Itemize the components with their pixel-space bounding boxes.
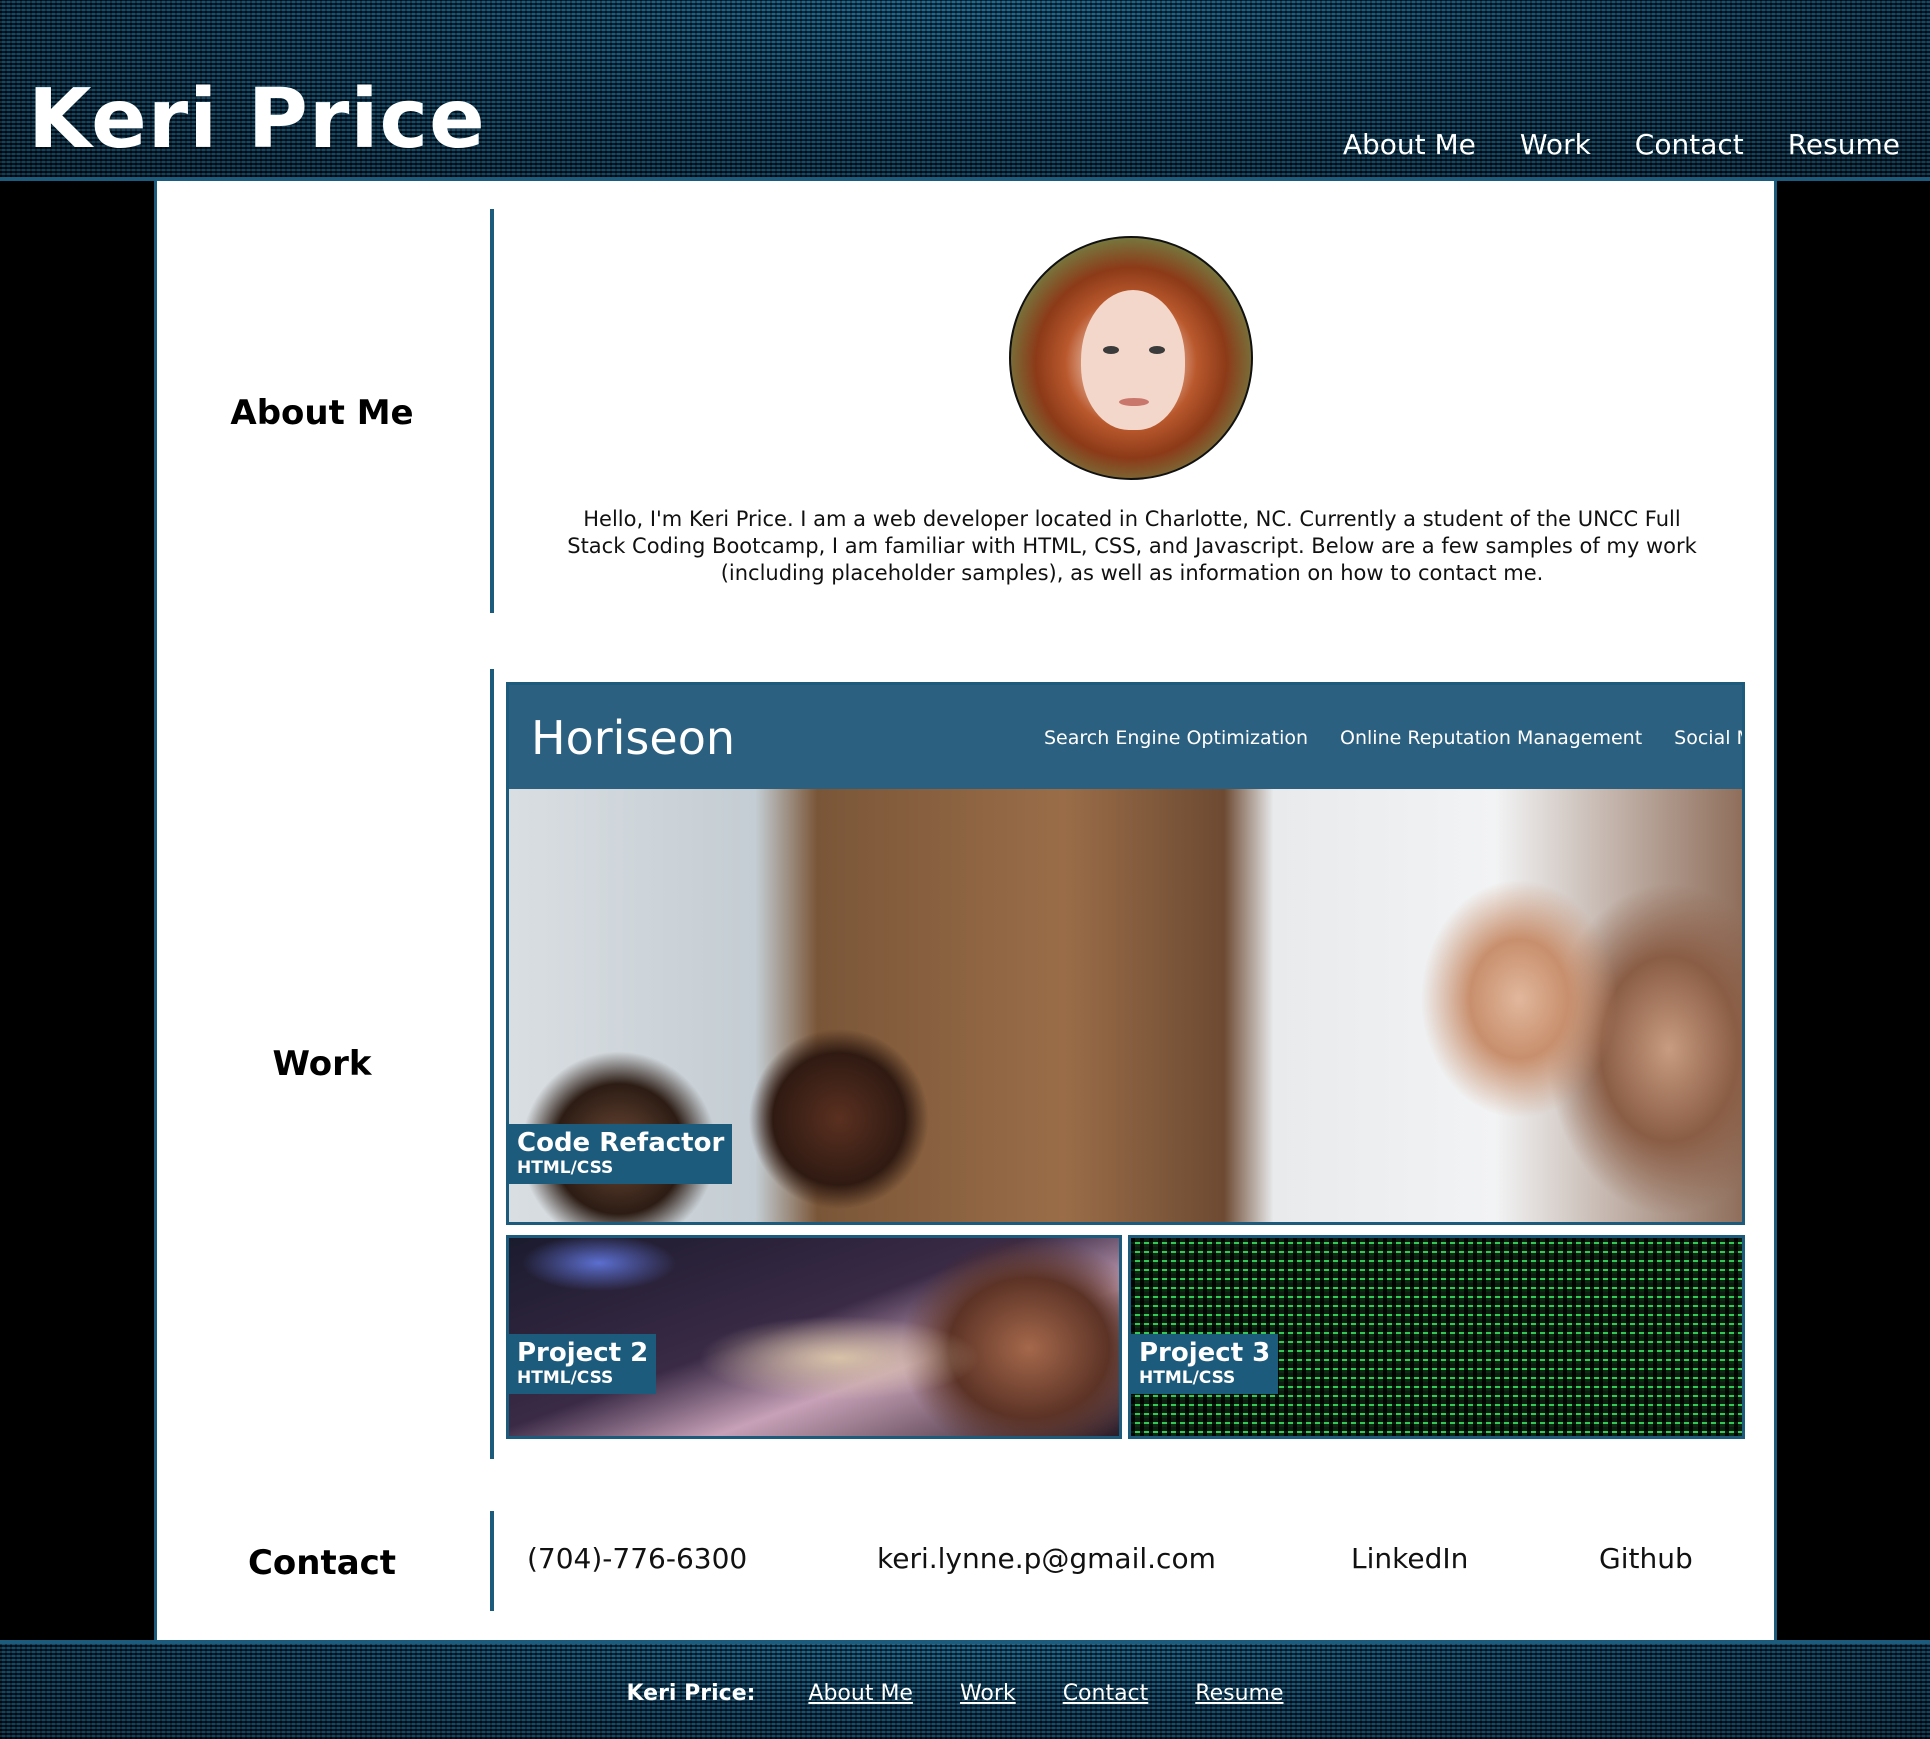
project-card-code-refactor[interactable]: Horiseon Search Engine Optimization Onli… xyxy=(506,682,1745,1225)
project-tag: Project 3 HTML/CSS xyxy=(1131,1334,1279,1394)
footer-work-link[interactable]: Work xyxy=(960,1681,1016,1706)
contact-github-link[interactable]: Github xyxy=(1599,1541,1693,1577)
project-screenshot-header: Horiseon Search Engine Optimization Onli… xyxy=(509,685,1742,789)
footer-contact-link[interactable]: Contact xyxy=(1063,1681,1149,1706)
work-heading: Work xyxy=(272,1044,372,1084)
nav-resume-link[interactable]: Resume xyxy=(1788,126,1900,164)
project-screenshot-nav-item: Online Reputation Management xyxy=(1340,727,1643,749)
project-subtitle: HTML/CSS xyxy=(517,1368,614,1388)
project-title: Code Refactor xyxy=(517,1128,725,1158)
site-title: Keri Price xyxy=(28,72,486,167)
project-screenshot-nav-item: Search Engine Optimization xyxy=(1044,727,1309,749)
project-card-2[interactable]: Project 2 HTML/CSS xyxy=(506,1235,1122,1439)
work-section: Work Horiseon Search Engine Optimization… xyxy=(157,181,1774,1481)
contact-phone-link[interactable]: (704)-776-6300 xyxy=(527,1541,747,1577)
project-subtitle: HTML/CSS xyxy=(1139,1368,1236,1388)
contact-linkedin-link[interactable]: LinkedIn xyxy=(1351,1541,1468,1577)
contact-heading: Contact xyxy=(247,1543,397,1583)
project-tag: Project 2 HTML/CSS xyxy=(509,1334,657,1394)
project-title: Project 3 xyxy=(1139,1338,1271,1368)
work-divider xyxy=(490,669,494,1459)
footer-nav: Keri Price: About Me Work Contact Resume xyxy=(0,1680,1930,1708)
contact-links: (704)-776-6300 keri.lynne.p@gmail.com Li… xyxy=(527,1511,1777,1611)
project-screenshot-nav-item: Social Media M xyxy=(1674,727,1742,749)
main-panel: About Me Hello, I'm Keri Price. I am a w… xyxy=(154,181,1777,1640)
site-footer: Keri Price: About Me Work Contact Resume xyxy=(0,1640,1930,1739)
contact-section: Contact (704)-776-6300 keri.lynne.p@gmai… xyxy=(157,1511,1774,1621)
contact-email-link[interactable]: keri.lynne.p@gmail.com xyxy=(877,1541,1216,1577)
project-tag: Code Refactor HTML/CSS xyxy=(509,1124,733,1184)
footer-about-me-link[interactable]: About Me xyxy=(808,1681,913,1706)
project-card-3[interactable]: Project 3 HTML/CSS xyxy=(1128,1235,1745,1439)
project-screenshot-logo: Horiseon xyxy=(531,711,735,765)
site-header: Keri Price About Me Work Contact Resume xyxy=(0,0,1930,181)
nav-work-link[interactable]: Work xyxy=(1520,126,1591,164)
nav-contact-link[interactable]: Contact xyxy=(1635,126,1744,164)
project-screenshot-nav: Search Engine Optimization Online Reputa… xyxy=(1044,725,1742,751)
nav-about-me-link[interactable]: About Me xyxy=(1343,126,1476,164)
footer-resume-link[interactable]: Resume xyxy=(1195,1681,1283,1706)
top-nav: About Me Work Contact Resume xyxy=(1299,126,1900,164)
footer-brand: Keri Price: xyxy=(626,1681,756,1706)
project-title: Project 2 xyxy=(517,1338,649,1368)
contact-divider xyxy=(490,1511,494,1611)
project-subtitle: HTML/CSS xyxy=(517,1158,614,1178)
